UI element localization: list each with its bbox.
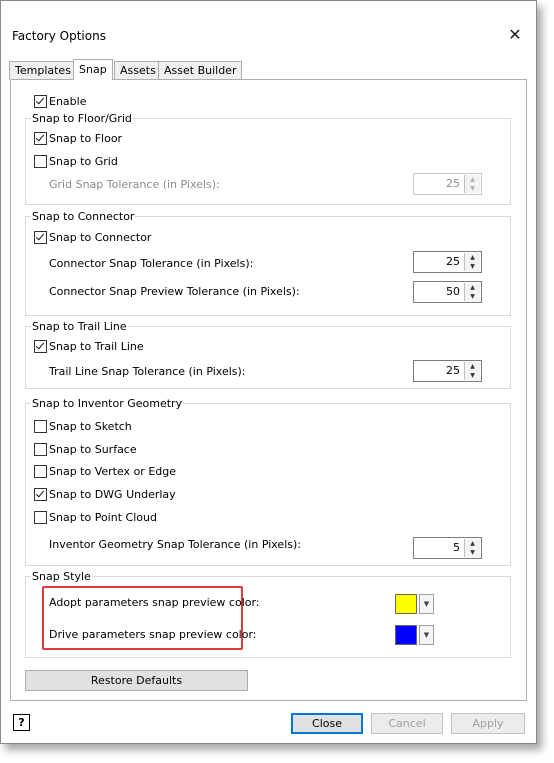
adopt-color-label: Adopt parameters snap preview color:	[49, 596, 260, 609]
trail-tolerance-spinner[interactable]: 25 ▲ ▼	[413, 360, 482, 382]
snap-grid-checkbox[interactable]	[34, 155, 47, 168]
grid-tolerance-spinner[interactable]: 25 ▲ ▼	[413, 173, 482, 195]
snap-sketch-label: Snap to Sketch	[49, 420, 132, 433]
snap-dwg-underlay-checkbox[interactable]	[34, 488, 47, 501]
restore-defaults-button[interactable]: Restore Defaults	[25, 670, 248, 691]
snap-point-cloud-checkbox[interactable]	[34, 511, 47, 524]
snap-surface-label: Snap to Surface	[49, 443, 137, 456]
connector-preview-tolerance-label: Connector Snap Preview Tolerance (in Pix…	[49, 285, 300, 298]
window-title: Factory Options	[12, 29, 106, 43]
apply-button[interactable]: Apply	[451, 713, 525, 734]
drive-color-picker[interactable]: ▼	[395, 625, 435, 645]
connector-preview-tolerance-spinner[interactable]: 50 ▲ ▼	[413, 281, 482, 303]
snap-tab-panel: Enable Snap to Floor/Grid Snap to Floor …	[10, 79, 527, 701]
snap-vertex-edge-label: Snap to Vertex or Edge	[49, 465, 176, 478]
drive-color-label: Drive parameters snap preview color:	[49, 628, 257, 641]
factory-options-dialog: Factory Options ✕ Templates Snap Assets …	[0, 0, 537, 744]
group-trail-line-legend: Snap to Trail Line	[31, 320, 128, 333]
spin-down-icon[interactable]: ▼	[465, 548, 480, 557]
group-snap-style-legend: Snap Style	[31, 570, 92, 583]
tab-assets[interactable]: Assets	[114, 61, 162, 79]
enable-checkbox[interactable]	[34, 95, 47, 108]
adopt-color-swatch[interactable]	[395, 594, 417, 614]
snap-vertex-edge-checkbox[interactable]	[34, 465, 47, 478]
snap-floor-checkbox[interactable]	[34, 132, 47, 145]
grid-tolerance-value: 25	[446, 177, 460, 190]
connector-tolerance-value: 25	[446, 255, 460, 268]
snap-trail-checkbox[interactable]	[34, 340, 47, 353]
snap-connector-label: Snap to Connector	[49, 231, 152, 244]
chevron-down-icon[interactable]: ▼	[419, 625, 434, 645]
snap-floor-label: Snap to Floor	[49, 132, 123, 145]
spin-down-icon[interactable]: ▼	[465, 262, 480, 271]
snap-surface-checkbox[interactable]	[34, 443, 47, 456]
grid-tolerance-label: Grid Snap Tolerance (in Pixels):	[49, 178, 220, 191]
group-floor-grid-legend: Snap to Floor/Grid	[31, 112, 133, 125]
connector-tolerance-spinner[interactable]: 25 ▲ ▼	[413, 251, 482, 273]
trail-tolerance-label: Trail Line Snap Tolerance (in Pixels):	[49, 365, 246, 378]
tab-asset-builder[interactable]: Asset Builder	[158, 61, 243, 79]
close-icon[interactable]: ✕	[503, 23, 527, 47]
spin-down-icon[interactable]: ▼	[465, 184, 480, 193]
inventor-tolerance-value: 5	[453, 541, 460, 554]
trail-tolerance-value: 25	[446, 364, 460, 377]
enable-label: Enable	[49, 95, 87, 108]
title-bar: Factory Options ✕	[1, 1, 536, 44]
snap-trail-label: Snap to Trail Line	[49, 340, 144, 353]
inventor-tolerance-spinner[interactable]: 5 ▲ ▼	[413, 537, 482, 559]
cancel-button[interactable]: Cancel	[371, 713, 443, 734]
close-button[interactable]: Close	[291, 713, 363, 734]
spin-down-icon[interactable]: ▼	[465, 292, 480, 301]
help-icon[interactable]: ?	[13, 714, 30, 731]
adopt-color-picker[interactable]: ▼	[395, 594, 435, 614]
snap-point-cloud-label: Snap to Point Cloud	[49, 511, 157, 524]
inventor-tolerance-label: Inventor Geometry Snap Tolerance (in Pix…	[49, 538, 301, 551]
connector-tolerance-label: Connector Snap Tolerance (in Pixels):	[49, 257, 254, 270]
group-connector-legend: Snap to Connector	[31, 210, 136, 223]
tab-snap[interactable]: Snap	[73, 59, 113, 80]
snap-connector-checkbox[interactable]	[34, 231, 47, 244]
snap-dwg-underlay-label: Snap to DWG Underlay	[49, 488, 176, 501]
connector-preview-tolerance-value: 50	[446, 285, 460, 298]
chevron-down-icon[interactable]: ▼	[419, 594, 434, 614]
drive-color-swatch[interactable]	[395, 625, 417, 645]
group-inventor-geometry-legend: Snap to Inventor Geometry	[31, 397, 184, 410]
snap-grid-label: Snap to Grid	[49, 155, 118, 168]
snap-sketch-checkbox[interactable]	[34, 420, 47, 433]
spin-down-icon[interactable]: ▼	[465, 371, 480, 380]
tab-templates[interactable]: Templates	[9, 61, 77, 79]
